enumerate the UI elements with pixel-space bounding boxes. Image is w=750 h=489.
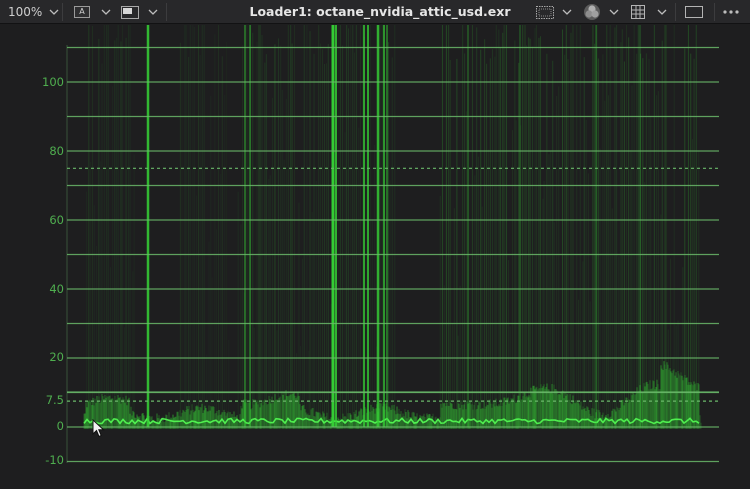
y-tick-label-40: 40 [49,282,64,296]
y-tick-label-80: 80 [49,144,64,158]
viewer-mode-icon [121,5,139,19]
toolbar-divider [62,3,63,21]
waveform-plot [66,0,719,463]
grid-icon [631,5,645,19]
chevron-down-icon [562,9,572,15]
waveform-scope[interactable]: 100 80 60 40 20 7.5 0 -10 [0,0,750,485]
waveform-scope-icon [536,5,554,19]
viewer-mode-button[interactable] [121,0,139,24]
chevron-down-icon [101,9,111,15]
y-tick-label-7-5: 7.5 [45,393,64,407]
y-tick-label-60: 60 [49,213,64,227]
viewer-title: Loader1: octane_nvidia_attic_usd.exr [249,4,511,19]
chevron-down-icon [49,9,59,15]
grid-button[interactable] [631,0,645,24]
y-tick-label-100: 100 [42,75,64,89]
single-view-button[interactable] [685,0,703,24]
viewer-toolbar: 100% A Loader1: octane_nvidia_attic_usd.… [0,0,750,24]
waveform-trace [83,0,702,429]
channel-a-label: A [79,7,85,16]
single-view-icon [685,6,703,18]
zoom-selector[interactable]: 100% [8,0,60,24]
zoom-value: 100% [8,5,43,19]
y-tick-label-20: 20 [49,350,64,364]
grid-dropdown[interactable] [656,0,668,24]
scope-type-button[interactable] [536,0,554,24]
chevron-down-icon [148,9,158,15]
y-tick-label-0: 0 [56,419,64,433]
color-wheel-button[interactable] [582,0,602,24]
more-options-button[interactable] [722,0,740,24]
channel-a-button[interactable]: A [74,0,90,24]
mouse-pointer-icon [92,419,105,438]
scope-type-dropdown[interactable] [561,0,573,24]
more-options-icon [723,10,739,14]
color-wheel-dropdown[interactable] [608,0,620,24]
toolbar-divider [675,3,676,21]
channel-dropdown[interactable] [100,0,112,24]
viewer-mode-dropdown[interactable] [147,0,159,24]
chevron-down-icon [657,9,667,15]
toolbar-divider [714,3,715,21]
y-tick-label-neg10: -10 [45,453,64,467]
color-wheel-icon [584,4,600,20]
chevron-down-icon [609,9,619,15]
toolbar-divider [166,3,167,21]
